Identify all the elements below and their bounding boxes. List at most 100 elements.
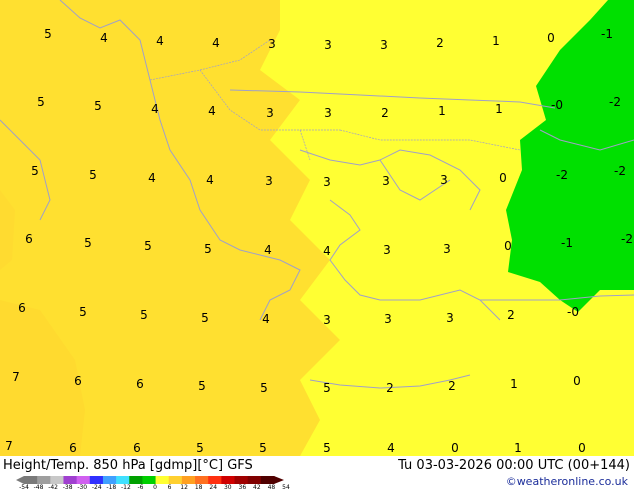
temperature-label: 3 — [380, 38, 388, 52]
temperature-label: 5 — [201, 311, 209, 325]
legend-swatch — [234, 476, 249, 484]
legend-tick-label: -24 — [91, 484, 102, 490]
temperature-label: 3 — [383, 243, 391, 257]
legend-tick-label: -12 — [120, 484, 131, 490]
temperature-label: 3 — [443, 242, 451, 256]
temperature-label: 6 — [133, 441, 141, 455]
credit-link[interactable]: ©weatheronline.co.uk — [506, 475, 628, 488]
temperature-label: 4 — [323, 244, 331, 258]
temperature-label: 6 — [18, 301, 26, 315]
temperature-label: 2 — [381, 106, 389, 120]
temperature-map: 5 4 4 4 3 3 3 2 1 0 -1 5 5 4 4 3 3 2 1 1 -0 -2 5 5 4 4 3 3 3 3 0 -2 -2 6 5… — [0, 0, 634, 456]
temperature-label: 0 — [451, 441, 459, 455]
temperature-label: 5 — [31, 164, 39, 178]
temperature-label: 5 — [84, 236, 92, 250]
legend-swatch — [50, 476, 64, 484]
legend-tick-label: -42 — [48, 484, 59, 490]
temperature-label: 5 — [94, 99, 102, 113]
legend-tick-label: 54 — [282, 484, 290, 490]
temperature-label: -2 — [614, 164, 626, 178]
legend-right-arrow — [274, 476, 284, 484]
temperature-label: 3 — [446, 311, 454, 325]
temperature-label: 5 — [198, 379, 206, 393]
legend-tick-label: 48 — [267, 484, 276, 490]
legend-swatch — [208, 476, 222, 484]
temperature-label: 6 — [25, 232, 33, 246]
temperature-label: 1 — [514, 441, 522, 455]
temperature-label: 5 — [323, 381, 331, 395]
legend-swatch — [155, 476, 170, 484]
legend-swatch — [76, 476, 91, 484]
temperature-label: 1 — [492, 34, 500, 48]
legend-tick-label: 18 — [194, 484, 203, 490]
temperature-label: 0 — [578, 441, 586, 455]
temperature-label: 0 — [499, 171, 507, 185]
temperature-label: -0 — [567, 305, 579, 319]
legend-swatch — [247, 476, 262, 484]
temperature-label: 3 — [266, 106, 274, 120]
legend-tick-label: -48 — [33, 484, 44, 490]
temperature-label: 5 — [140, 308, 148, 322]
temperature-label: 4 — [156, 34, 164, 48]
legend-swatch — [89, 476, 104, 484]
temperature-label: 5 — [37, 95, 45, 109]
legend-tick-label: 0 — [153, 484, 157, 490]
temperature-label: 1 — [438, 104, 446, 118]
legend-swatch — [129, 476, 143, 484]
temperature-label: 3 — [323, 313, 331, 327]
temperature-label: 2 — [448, 379, 456, 393]
temperature-label: 2 — [507, 308, 515, 322]
temperature-label: 4 — [387, 441, 395, 455]
temperature-label: -2 — [609, 95, 621, 109]
legend-tick-label: -18 — [106, 484, 117, 490]
temperature-label: 7 — [5, 439, 13, 453]
temperature-label: 5 — [144, 239, 152, 253]
temperature-label: 0 — [547, 31, 555, 45]
temperature-label: 3 — [324, 38, 332, 52]
temperature-label: 3 — [323, 175, 331, 189]
legend-ticks: -54 -48 -42 -38 -30 -24 -18 -12 -6 0 6 12 18 24 30 36 42… — [19, 484, 300, 490]
legend-left-arrow — [16, 476, 24, 484]
temperature-label: 3 — [324, 106, 332, 120]
legend-swatch — [63, 476, 78, 484]
temperature-label: -1 — [561, 236, 573, 250]
legend-swatch — [116, 476, 130, 484]
legend-tick-label: 30 — [223, 484, 232, 490]
temperature-label: 4 — [206, 173, 214, 187]
temperature-label: 3 — [384, 312, 392, 326]
temperature-label: 1 — [495, 102, 503, 116]
temperature-label: 6 — [74, 374, 82, 388]
temperature-label: 0 — [504, 239, 512, 253]
temperature-label: 3 — [382, 174, 390, 188]
legend-swatch — [260, 476, 275, 484]
temperature-label: 5 — [79, 305, 87, 319]
legend-swatch — [168, 476, 183, 484]
legend-swatch — [24, 476, 38, 484]
temperature-label: 5 — [204, 242, 212, 256]
legend-swatch — [195, 476, 209, 484]
legend-tick-label: -54 — [19, 484, 29, 490]
temperature-label: -1 — [601, 27, 613, 41]
temperature-label: 4 — [151, 102, 159, 116]
map-title: Height/Temp. 850 hPa [gdmp][°C] GFS — [3, 458, 253, 473]
temperature-label: 0 — [573, 374, 581, 388]
temperature-label: 5 — [323, 441, 331, 455]
temperature-label: 4 — [262, 312, 270, 326]
temperature-label: 5 — [44, 27, 52, 41]
temperature-label: 4 — [100, 31, 108, 45]
temperature-label: 6 — [136, 377, 144, 391]
temperature-label: 4 — [208, 104, 216, 118]
legend-tick-label: -38 — [62, 484, 73, 490]
temperature-label: 5 — [89, 168, 97, 182]
temperature-label: 3 — [265, 174, 273, 188]
temperature-label: -2 — [556, 168, 568, 182]
temperature-label: -2 — [621, 232, 633, 246]
legend-swatch — [142, 476, 157, 484]
temperature-label: 5 — [196, 441, 204, 455]
temperature-label: 4 — [264, 243, 272, 257]
temperature-label: 6 — [69, 441, 77, 455]
map-datetime: Tu 03-03-2026 00:00 UTC (00+144) — [398, 458, 630, 473]
legend-tick-label: -30 — [77, 484, 88, 490]
legend-swatch — [37, 476, 51, 484]
temperature-label: 4 — [212, 36, 220, 50]
